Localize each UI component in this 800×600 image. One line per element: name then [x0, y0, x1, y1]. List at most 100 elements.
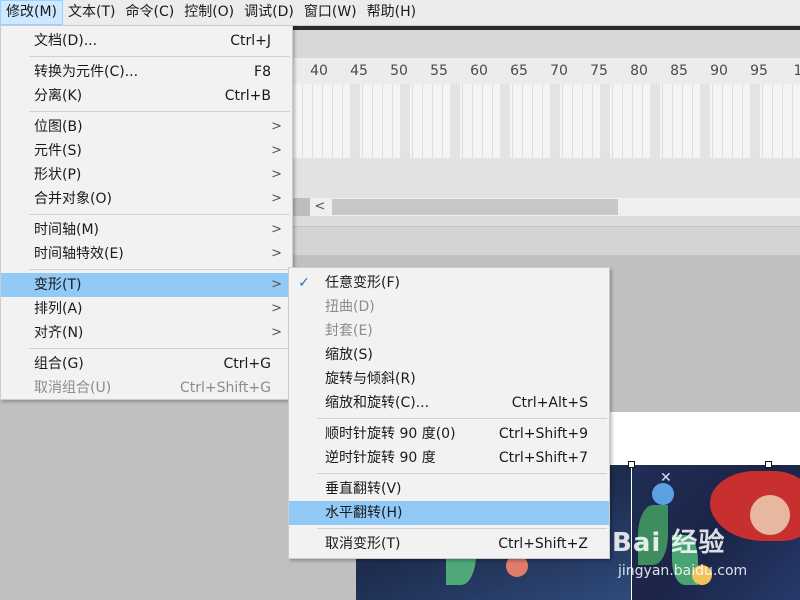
menu-item-free-transform[interactable]: ✓ 任意变形(F): [289, 271, 609, 295]
menu-item-ungroup[interactable]: 取消组合(U) Ctrl+Shift+G: [1, 376, 292, 400]
menu-item-label: 缩放(S): [325, 347, 373, 363]
menu-item-label: 水平翻转(H): [325, 505, 403, 521]
menu-help[interactable]: 帮助(H): [362, 0, 421, 25]
frame-marker: [400, 84, 410, 158]
menu-separator: [289, 415, 609, 422]
menu-modify[interactable]: 修改(M): [0, 0, 64, 25]
menu-bar: 修改(M) 文本(T) 命令(C) 控制(O) 调试(D) 窗口(W) 帮助(H…: [0, 0, 800, 26]
frame-marker: [350, 84, 360, 158]
scroll-left-icon[interactable]: <: [312, 198, 328, 216]
menu-item-combine-objects[interactable]: 合并对象(O) >: [1, 187, 292, 211]
timeline-scrollbar[interactable]: <: [310, 198, 800, 216]
frame-marker: [550, 84, 560, 158]
checkmark-icon: ✓: [298, 275, 310, 291]
transform-handle[interactable]: [628, 461, 635, 468]
menu-item-align[interactable]: 对齐(N) >: [1, 321, 292, 345]
menu-separator: [1, 211, 292, 218]
ruler-tick: 90: [710, 63, 728, 79]
ruler-tick: 75: [590, 63, 608, 79]
submenu-arrow-icon: >: [271, 246, 282, 261]
ruler-tick: 85: [670, 63, 688, 79]
menu-separator: [289, 525, 609, 532]
menu-item-label: 扭曲(D): [325, 299, 375, 315]
menu-item-label: 取消组合(U): [34, 380, 112, 396]
menu-item-symbol[interactable]: 元件(S) >: [1, 139, 292, 163]
menu-item-shortcut: Ctrl+Shift+9: [498, 426, 588, 442]
menu-item-shortcut: F8: [254, 64, 271, 80]
menu-separator: [1, 53, 292, 60]
menu-item-scale[interactable]: 缩放(S): [289, 343, 609, 367]
menu-item-label: 排列(A): [34, 301, 83, 317]
menu-item-label: 任意变形(F): [325, 275, 400, 291]
ruler-tick: 60: [470, 63, 488, 79]
ruler-tick: 50: [390, 63, 408, 79]
menu-item-shape[interactable]: 形状(P) >: [1, 163, 292, 187]
selection-edge: [632, 464, 800, 465]
menu-item-flip-horizontal[interactable]: 水平翻转(H): [289, 501, 609, 525]
menu-item-rotate-skew[interactable]: 旋转与倾斜(R): [289, 367, 609, 391]
menu-item-remove-transform[interactable]: 取消变形(T) Ctrl+Shift+Z: [289, 532, 609, 556]
panel-gap: [293, 216, 800, 226]
scrollbar-thumb[interactable]: [332, 199, 618, 215]
menu-item-group[interactable]: 组合(G) Ctrl+G: [1, 352, 292, 376]
menu-control[interactable]: 控制(O): [179, 0, 239, 25]
menu-item-arrange[interactable]: 排列(A) >: [1, 297, 292, 321]
menu-separator: [1, 108, 292, 115]
menu-item-label: 转换为元件(C)...: [34, 64, 139, 80]
menu-item-shortcut: Ctrl+Shift+G: [179, 380, 271, 396]
menu-item-label: 变形(T): [34, 277, 82, 293]
menu-item-flip-vertical[interactable]: 垂直翻转(V): [289, 477, 609, 501]
transform-handle[interactable]: [765, 461, 772, 468]
menu-item-rotate-cw[interactable]: 顺时针旋转 90 度(0) Ctrl+Shift+9: [289, 422, 609, 446]
menu-item-break-apart[interactable]: 分离(K) Ctrl+B: [1, 84, 292, 108]
ruler-tick: 95: [750, 63, 768, 79]
menu-text[interactable]: 文本(T): [63, 0, 120, 25]
menu-item-timeline[interactable]: 时间轴(M) >: [1, 218, 292, 242]
menu-item-label: 元件(S): [34, 143, 82, 159]
menu-item-label: 形状(P): [34, 167, 82, 183]
ruler-tick: 65: [510, 63, 528, 79]
modify-menu: 文档(D)... Ctrl+J 转换为元件(C)... F8 分离(K) Ctr…: [0, 25, 293, 400]
menu-separator: [289, 470, 609, 477]
menu-item-document[interactable]: 文档(D)... Ctrl+J: [1, 29, 292, 53]
menu-item-bitmap[interactable]: 位图(B) >: [1, 115, 292, 139]
stage-edit-bar: [293, 226, 800, 256]
menu-item-transform[interactable]: 变形(T) >: [1, 273, 292, 297]
frame-marker: [750, 84, 760, 158]
menu-item-rotate-ccw[interactable]: 逆时针旋转 90 度 Ctrl+Shift+7: [289, 446, 609, 470]
menu-item-timeline-effects[interactable]: 时间轴特效(E) >: [1, 242, 292, 266]
menu-item-shortcut: Ctrl+Shift+Z: [498, 536, 588, 552]
menu-item-label: 分离(K): [34, 88, 83, 104]
menu-item-shortcut: Ctrl+G: [223, 356, 272, 372]
menu-window[interactable]: 窗口(W): [299, 0, 362, 25]
menu-item-label: 组合(G): [34, 356, 84, 372]
menu-item-label: 垂直翻转(V): [325, 481, 402, 497]
menu-item-convert-to-symbol[interactable]: 转换为元件(C)... F8: [1, 60, 292, 84]
submenu-arrow-icon: >: [271, 325, 282, 340]
transform-submenu: ✓ 任意变形(F) 扭曲(D) 封套(E) 缩放(S) 旋转与倾斜(R) 缩放和…: [288, 267, 610, 559]
menu-item-label: 逆时针旋转 90 度: [325, 450, 436, 466]
submenu-arrow-icon: >: [271, 301, 282, 316]
watermark-url: jingyan.baidu.com: [618, 563, 748, 579]
menu-separator: [1, 266, 292, 273]
menu-item-shortcut: Ctrl+Shift+7: [498, 450, 588, 466]
menu-debug[interactable]: 调试(D): [239, 0, 299, 25]
menu-item-distort[interactable]: 扭曲(D): [289, 295, 609, 319]
menu-item-scale-rotate[interactable]: 缩放和旋转(C)... Ctrl+Alt+S: [289, 391, 609, 415]
menu-item-label: 位图(B): [34, 119, 83, 135]
menu-commands[interactable]: 命令(C): [121, 0, 180, 25]
menu-item-label: 旋转与倾斜(R): [325, 371, 416, 387]
ruler-tick: 55: [430, 63, 448, 79]
timeline-frames[interactable]: [293, 84, 800, 158]
ruler-tick: 1: [793, 63, 800, 79]
menu-item-label: 取消变形(T): [325, 536, 401, 552]
ruler-tick: 40: [310, 63, 328, 79]
butterfly-icon: ✕: [660, 470, 672, 486]
menu-item-envelope[interactable]: 封套(E): [289, 319, 609, 343]
menu-item-label: 封套(E): [325, 323, 373, 339]
menu-item-shortcut: Ctrl+Alt+S: [511, 395, 588, 411]
face-shape: [750, 495, 790, 535]
submenu-arrow-icon: >: [271, 167, 282, 182]
timeline-header: [293, 30, 800, 59]
ruler-tick: 70: [550, 63, 568, 79]
